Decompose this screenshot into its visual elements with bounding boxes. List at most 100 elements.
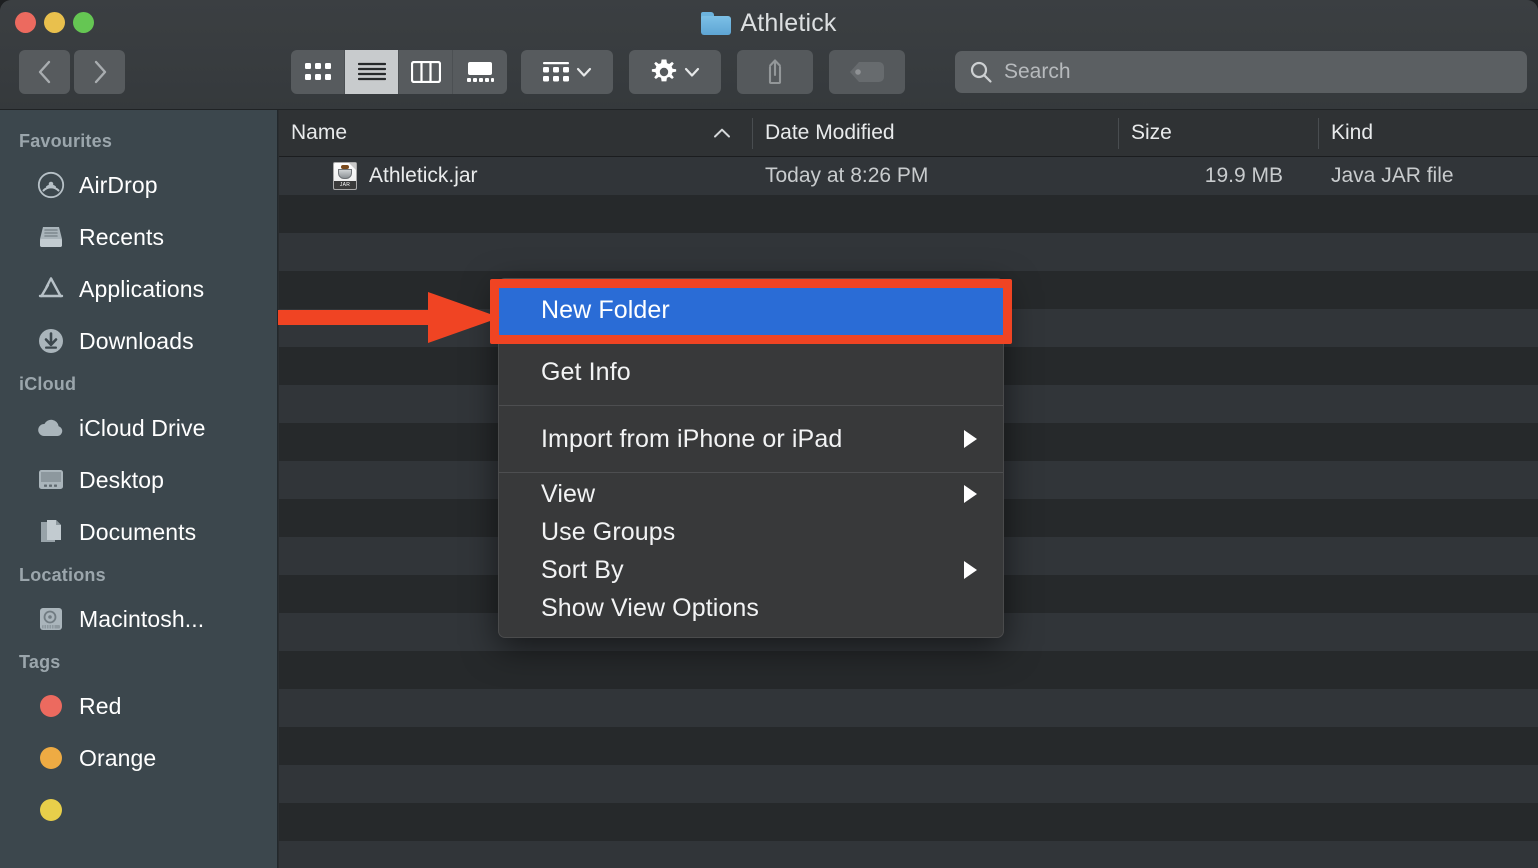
cloud-icon	[36, 413, 66, 443]
title-bar: Athletick Search	[0, 0, 1538, 110]
sidebar-item-documents[interactable]: Documents	[0, 506, 277, 558]
menu-item-new-folder[interactable]: New Folder	[499, 279, 1003, 341]
column-header-row: Name Date Modified Size Kind	[279, 110, 1538, 157]
column-header-name[interactable]: Name	[279, 110, 753, 157]
window-title: Athletick	[0, 7, 1538, 39]
sidebar-item-label: Recents	[79, 223, 165, 250]
cell-kind: Java JAR file	[1331, 164, 1454, 187]
sidebar-item-label: Documents	[79, 518, 197, 545]
chevron-down-icon	[684, 67, 699, 77]
applications-icon	[36, 274, 66, 304]
desktop-icon	[36, 465, 66, 495]
sidebar-item-downloads[interactable]: Downloads	[0, 315, 277, 367]
tag-dot-icon	[36, 691, 66, 721]
gallery-icon	[467, 62, 494, 82]
arrange-button[interactable]	[521, 50, 613, 94]
view-mode-segmented-control	[291, 50, 507, 94]
column-header-kind[interactable]: Kind	[1319, 110, 1538, 157]
search-icon	[970, 61, 992, 83]
submenu-arrow-icon	[964, 430, 977, 448]
table-row-empty[interactable]	[279, 195, 1538, 233]
close-button[interactable]	[15, 12, 36, 33]
table-row-empty[interactable]	[279, 727, 1538, 765]
sidebar-item-tag-orange[interactable]: Orange	[0, 732, 277, 784]
downloads-icon	[36, 326, 66, 356]
sidebar-item-airdrop[interactable]: AirDrop	[0, 159, 277, 211]
submenu-arrow-icon	[964, 485, 977, 503]
cell-size: 19.9 MB	[1204, 164, 1283, 187]
harddisk-icon	[36, 604, 66, 634]
table-row-empty[interactable]	[279, 233, 1538, 271]
table-row-empty[interactable]	[279, 651, 1538, 689]
chevron-right-icon	[94, 60, 106, 84]
gallery-view-button[interactable]	[453, 50, 507, 94]
table-row-empty[interactable]	[279, 803, 1538, 841]
sidebar-item-desktop[interactable]: Desktop	[0, 454, 277, 506]
menu-separator	[499, 472, 1003, 473]
sidebar-item-recents[interactable]: Recents	[0, 211, 277, 263]
column-header-size[interactable]: Size	[1119, 110, 1319, 157]
menu-item-get-info[interactable]: Get Info	[499, 341, 1003, 403]
tag-button[interactable]	[829, 50, 905, 94]
table-row[interactable]: JAR Athletick.jar Today at 8:26 PM 19.9 …	[279, 157, 1538, 195]
sidebar-item-label: Red	[79, 692, 122, 719]
menu-item-label: Get Info	[541, 357, 631, 386]
column-view-button[interactable]	[399, 50, 453, 94]
search-placeholder: Search	[1004, 60, 1071, 83]
folder-icon	[701, 11, 732, 35]
sidebar-item-label: Orange	[79, 744, 157, 771]
tag-dot-icon	[36, 795, 66, 825]
chevron-up-icon	[714, 128, 730, 138]
navigation-buttons	[19, 50, 125, 94]
menu-item-sort-by[interactable]: Sort By	[499, 551, 1003, 589]
cell-name: JAR Athletick.jar	[279, 157, 753, 195]
menu-item-use-groups[interactable]: Use Groups	[499, 513, 1003, 551]
documents-icon	[36, 517, 66, 547]
sidebar-item-tag-yellow[interactable]	[0, 784, 277, 836]
forward-button[interactable]	[74, 50, 125, 94]
menu-item-show-view-options[interactable]: Show View Options	[499, 589, 1003, 627]
menu-item-import-from-iphone-or-ipad[interactable]: Import from iPhone or iPad	[499, 408, 1003, 470]
cell-date-modified: Today at 8:26 PM	[765, 164, 929, 187]
menu-item-label: New Folder	[541, 295, 670, 324]
airdrop-icon	[36, 170, 66, 200]
column-header-date-modified[interactable]: Date Modified	[753, 110, 1119, 157]
sidebar[interactable]: Favourites AirDrop Recents Applications …	[0, 110, 278, 868]
window-title-text: Athletick	[740, 8, 837, 37]
columns-icon	[410, 61, 441, 83]
back-button[interactable]	[19, 50, 70, 94]
search-field[interactable]: Search	[955, 51, 1527, 93]
minimize-button[interactable]	[44, 12, 65, 33]
list-icon	[357, 62, 386, 81]
chevron-left-icon	[38, 60, 50, 84]
sidebar-item-label: Downloads	[79, 327, 194, 354]
share-icon	[768, 59, 782, 85]
sidebar-section-favourites-header: Favourites	[19, 131, 113, 151]
column-header-label: Date Modified	[765, 121, 895, 144]
sidebar-item-label: Desktop	[79, 466, 165, 493]
sidebar-item-label: Applications	[79, 275, 205, 302]
sidebar-item-applications[interactable]: Applications	[0, 263, 277, 315]
sidebar-item-tag-red[interactable]: Red	[0, 680, 277, 732]
context-menu[interactable]: New Folder Get Info Import from iPhone o…	[498, 278, 1004, 638]
table-row-empty[interactable]	[279, 765, 1538, 803]
menu-item-view[interactable]: View	[499, 475, 1003, 513]
list-view-button[interactable]	[345, 50, 399, 94]
annotation-arrow	[278, 292, 500, 343]
menu-item-label: Show View Options	[541, 593, 760, 622]
table-row-empty[interactable]	[279, 841, 1538, 868]
sidebar-item-label: iCloud Drive	[79, 414, 206, 441]
menu-item-label: Sort By	[541, 555, 624, 584]
sidebar-item-icloud-drive[interactable]: iCloud Drive	[0, 402, 277, 454]
column-header-label: Name	[291, 121, 348, 144]
share-button[interactable]	[737, 50, 813, 94]
sidebar-item-macintosh-hd[interactable]: Macintosh...	[0, 593, 277, 645]
group-icon	[542, 62, 569, 82]
action-menu-button[interactable]	[629, 50, 721, 94]
icon-view-button[interactable]	[291, 50, 345, 94]
finder-window: Athletick Search Favourites AirDrop Rece…	[0, 0, 1538, 868]
zoom-button[interactable]	[73, 12, 94, 33]
grid-icon	[304, 63, 331, 80]
table-row-empty[interactable]	[279, 689, 1538, 727]
sidebar-item-label: AirDrop	[79, 171, 158, 198]
